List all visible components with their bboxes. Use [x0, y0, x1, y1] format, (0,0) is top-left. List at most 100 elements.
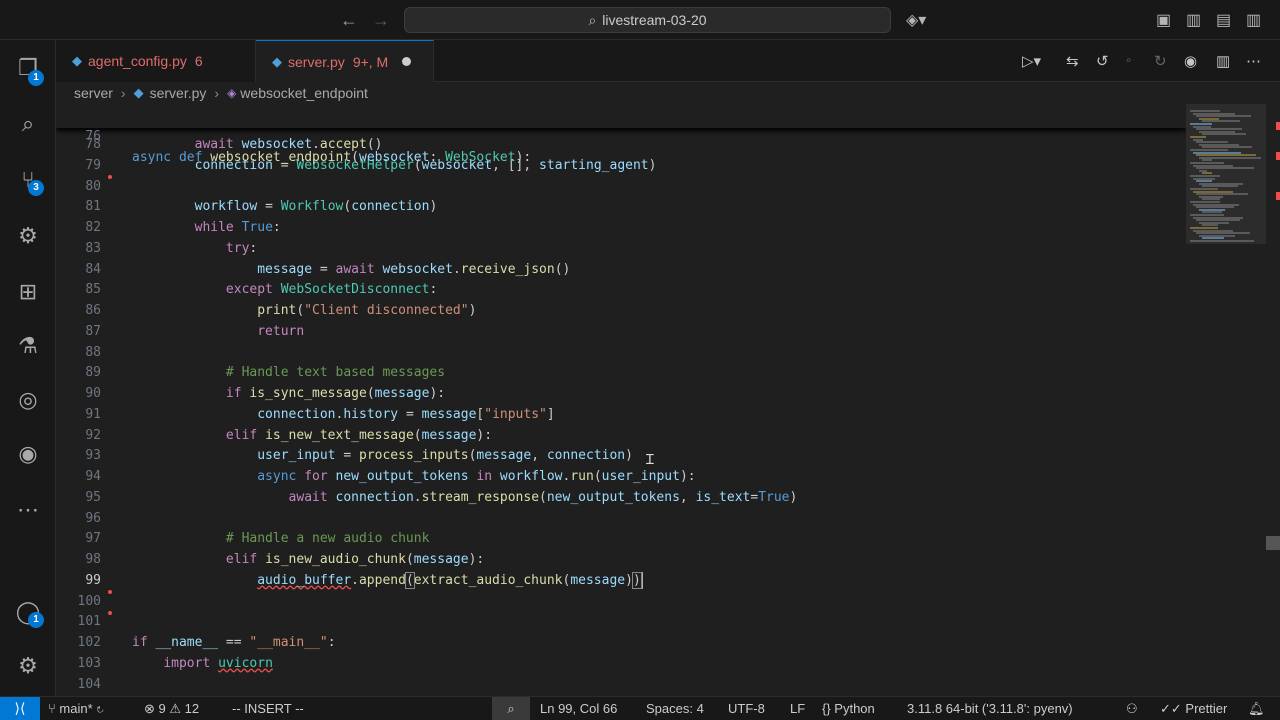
code-line[interactable]: 92 elif is_new_text_message(message):	[56, 425, 1186, 446]
code-text: audio_buffer.append(extract_audio_chunk(…	[257, 571, 643, 589]
problems-status[interactable]: ⊗ 9 ⚠ 12	[144, 697, 199, 720]
function-symbol-icon: ◈	[227, 86, 237, 100]
layout-icon[interactable]: ▣	[1156, 10, 1171, 30]
code-line[interactable]: 84 message = await websocket.receive_jso…	[56, 259, 1186, 280]
line-ending[interactable]: LF	[790, 697, 805, 720]
scroll-thumb[interactable]	[1266, 536, 1280, 550]
explorer-badge: 1	[28, 70, 44, 86]
more-icon[interactable]: ⋯	[12, 494, 44, 526]
code-line[interactable]: 103 import uvicorn	[56, 653, 1186, 674]
code-line[interactable]: 104	[56, 674, 1186, 695]
tab-agent-config[interactable]: ◆ agent_config.py 6	[56, 40, 256, 82]
code-line[interactable]: 102 if __name__ == "__main__":	[56, 632, 1186, 653]
line-number: 83	[85, 240, 101, 256]
vertical-scrollbar[interactable]	[1266, 104, 1280, 696]
code-text: await connection.stream_response(new_out…	[288, 489, 798, 505]
forward-arrow-icon[interactable]: →	[372, 10, 390, 31]
line-number: 81	[85, 199, 101, 215]
code-text: except WebSocketDisconnect:	[225, 282, 438, 298]
code-line[interactable]: 95 await connection.stream_response(new_…	[56, 487, 1186, 508]
sticky-scroll-header[interactable]: 76 async def websocket_endpoint(websocke…	[56, 104, 1186, 165]
code-line[interactable]: 89 # Handle text based messages	[56, 362, 1186, 383]
code-text: elif is_new_text_message(message):	[225, 427, 493, 443]
code-text: message = await websocket.receive_json()	[257, 261, 571, 277]
run-debug-icon[interactable]: ⚙	[12, 220, 44, 252]
code-line[interactable]: 96	[56, 508, 1186, 529]
line-number: 92	[85, 427, 101, 443]
chevron-right-icon: ›	[120, 85, 126, 101]
copilot-status-icon[interactable]: ⚇	[1126, 697, 1138, 720]
breadcrumb-symbol[interactable]: websocket_endpoint	[240, 85, 368, 101]
go-forward-icon[interactable]: ↻	[1154, 52, 1167, 70]
run-icon[interactable]: ▷▾	[1022, 52, 1041, 70]
code-line[interactable]: 100	[56, 591, 1186, 612]
code-line[interactable]: 88	[56, 342, 1186, 363]
command-center-search[interactable]: ⌕ livestream-03-20	[404, 7, 891, 33]
more-actions-icon[interactable]: ⋯	[1246, 52, 1261, 70]
git-lens-icon[interactable]: ◉	[1184, 52, 1197, 70]
code-line[interactable]: 98 elif is_new_audio_chunk(message):	[56, 549, 1186, 570]
prettier-status[interactable]: ✓✓ Prettier	[1160, 697, 1227, 720]
code-line[interactable]: 101	[56, 611, 1186, 632]
line-number: 98	[85, 552, 101, 567]
branch-icon: ⑂	[48, 701, 60, 716]
indentation[interactable]: Spaces: 4	[646, 697, 704, 720]
unsaved-dot-icon[interactable]	[402, 57, 412, 66]
encoding[interactable]: UTF-8	[728, 697, 765, 720]
python-file-icon: ◆	[272, 53, 282, 69]
branch-status[interactable]: ⑂ main* ↻	[48, 697, 104, 720]
copilot-icon[interactable]: ◈▾	[906, 10, 926, 30]
toggle-panel-icon[interactable]: ▤	[1216, 10, 1231, 30]
code-text: if is_sync_message(message):	[225, 386, 446, 401]
git-graph-icon[interactable]: ◎	[12, 384, 44, 416]
vim-mode: -- INSERT --	[232, 701, 304, 716]
code-line[interactable]: 86 print("Client disconnected")	[56, 300, 1186, 321]
testing-icon[interactable]: ⚗	[12, 330, 44, 362]
extensions-icon[interactable]: ⊞	[12, 276, 44, 308]
python-interpreter[interactable]: 3.11.8 64-bit ('3.11.8': pyenv)	[907, 697, 1073, 720]
code-line[interactable]: 91 connection.history = message["inputs"…	[56, 404, 1186, 425]
code-line[interactable]: 93 user_input = process_inputs(message, …	[56, 445, 1186, 466]
code-line[interactable]: 82 while True:	[56, 217, 1186, 238]
code-text: if __name__ == "__main__":	[132, 635, 336, 650]
code-line[interactable]: 99 audio_buffer.append(extract_audio_chu…	[56, 570, 1186, 591]
code-text: # Handle text based messages	[225, 365, 446, 381]
split-editor-icon[interactable]: ▥	[1216, 52, 1230, 70]
cursor-position[interactable]: Ln 99, Col 66	[540, 697, 617, 720]
search-icon[interactable]: ⌕	[12, 108, 44, 140]
code-line[interactable]: 80	[56, 176, 1186, 197]
back-arrow-icon[interactable]: ←	[340, 10, 358, 31]
line-number: 100	[77, 593, 101, 609]
notifications-bell-icon[interactable]: 🔔︎	[1248, 697, 1265, 720]
remote-indicator-icon[interactable]: ⟩⟨	[0, 697, 40, 720]
zoom-icon[interactable]: ⌕	[492, 697, 530, 720]
search-icon: ⌕	[588, 12, 597, 28]
code-line[interactable]: 97 # Handle a new audio chunk	[56, 528, 1186, 549]
code-text: try:	[225, 240, 258, 256]
code-line[interactable]: 81 workflow = Workflow(connection)	[56, 196, 1186, 217]
sticky-line: 76 async def websocket_endpoint(websocke…	[56, 105, 1186, 165]
line-number: 87	[85, 323, 101, 339]
code-line[interactable]: 83 try:	[56, 238, 1186, 259]
code-line[interactable]: 90 if is_sync_message(message):	[56, 383, 1186, 404]
settings-gear-icon[interactable]: ⚙	[12, 650, 44, 682]
compare-icon[interactable]: ⇆	[1066, 52, 1079, 70]
python-file-icon: ◆	[133, 85, 144, 100]
line-number: 85	[85, 282, 101, 298]
toggle-secondary-sidebar-icon[interactable]: ▥	[1246, 10, 1261, 30]
toggle-sidebar-icon[interactable]: ▥	[1186, 10, 1201, 30]
breadcrumb-file[interactable]: server.py	[150, 85, 207, 101]
code-line[interactable]: 85 except WebSocketDisconnect:	[56, 279, 1186, 300]
minimap-line	[1190, 240, 1254, 242]
line-number: 104	[77, 676, 101, 692]
code-line[interactable]: 94 async for new_output_tokens in workfl…	[56, 466, 1186, 487]
tab-server[interactable]: ◆ server.py 9+, M	[256, 40, 434, 82]
breadcrumb-folder[interactable]: server	[74, 85, 113, 101]
language-mode[interactable]: {} Python	[822, 697, 875, 720]
breadcrumb: server › ◆ server.py › ◈ websocket_endpo…	[56, 82, 1280, 104]
dot-icon[interactable]: ◦	[1126, 52, 1131, 69]
code-editor[interactable]: 76 async def websocket_endpoint(websocke…	[56, 104, 1186, 696]
remote-explorer-icon[interactable]: ◉	[12, 438, 44, 470]
code-line[interactable]: 87 return	[56, 321, 1186, 342]
go-back-icon[interactable]: ↺	[1096, 52, 1109, 70]
